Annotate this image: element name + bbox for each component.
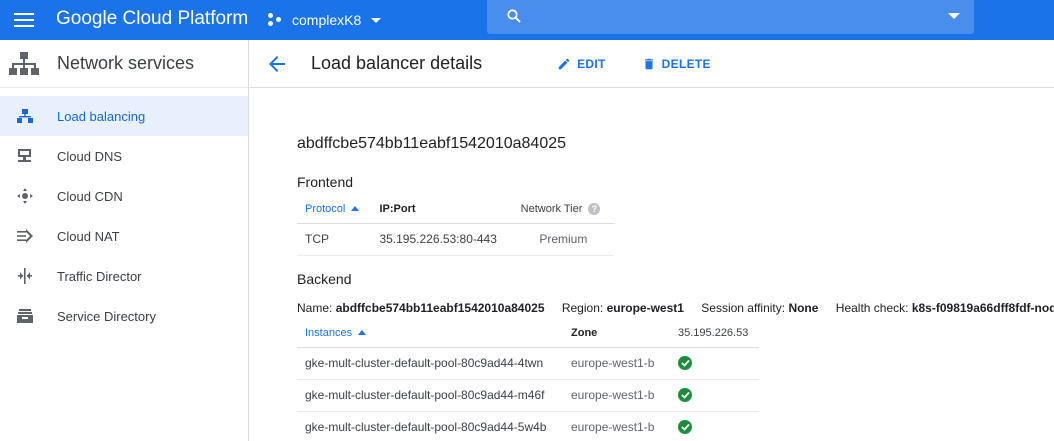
- product-title[interactable]: Google Cloud Platform: [56, 8, 248, 30]
- session-affinity-value: None: [788, 301, 819, 315]
- instance-cell: gke-mult-cluster-default-pool-80c9ad44-m…: [297, 379, 563, 412]
- network-services-icon: [9, 51, 39, 75]
- sidebar-item-label: Cloud DNS: [57, 148, 123, 164]
- check-circle-icon: [678, 388, 692, 403]
- health-cell: [670, 379, 759, 412]
- back-arrow-icon[interactable]: [265, 52, 289, 76]
- load-balancer-name: abdffcbe574bb11eabf1542010a84025: [297, 135, 567, 152]
- health-cell: [670, 347, 759, 380]
- zone-cell: europe-west1-b: [563, 379, 670, 412]
- table-row: gke-mult-cluster-default-pool-80c9ad44-m…: [297, 379, 759, 412]
- table-row: gke-mult-cluster-default-pool-80c9ad44-5…: [297, 411, 759, 441]
- instance-cell: gke-mult-cluster-default-pool-80c9ad44-5…: [297, 411, 563, 441]
- check-circle-icon: [678, 420, 692, 435]
- project-name: complexK8: [292, 12, 362, 28]
- backend-heading: Backend: [297, 271, 352, 287]
- sidebar-item-label: Cloud CDN: [57, 188, 123, 204]
- sidebar-item-traffic-director[interactable]: Traffic Director: [0, 256, 248, 296]
- column-header-zone: Zone: [563, 319, 670, 348]
- session-affinity-label: Session affinity:: [701, 301, 786, 315]
- health-check-label: Health check:: [835, 301, 909, 315]
- frontend-heading: Frontend: [297, 174, 354, 190]
- sidebar-item-label: Cloud NAT: [57, 228, 120, 244]
- backend-summary: Name: abdffcbe574bb11eabf1542010a84025 R…: [297, 301, 1054, 315]
- project-selector[interactable]: complexK8: [268, 6, 382, 34]
- search-dropdown-icon[interactable]: [948, 13, 960, 19]
- top-app-bar: Google Cloud Platform complexK8: [0, 0, 1054, 40]
- region-label: Region:: [561, 301, 604, 315]
- region-value: europe-west1: [606, 301, 684, 315]
- search-icon: [507, 9, 521, 23]
- check-circle-icon: [678, 356, 692, 371]
- sidebar-item-service-directory[interactable]: Service Directory: [0, 296, 248, 336]
- sort-ascending-icon: [358, 329, 367, 335]
- sidebar-item-label: Service Directory: [57, 308, 156, 324]
- column-header-instances[interactable]: Instances: [297, 319, 563, 348]
- main-menu-button[interactable]: [10, 6, 38, 34]
- trash-icon: [644, 58, 653, 69]
- table-row: gke-mult-cluster-default-pool-80c9ad44-4…: [297, 347, 759, 380]
- edit-label: EDIT: [577, 56, 606, 71]
- sidebar-item-load-balancing[interactable]: Load balancing: [0, 96, 248, 136]
- cloud-cdn-icon: [16, 187, 34, 205]
- frontend-table: Protocol IP:Port Network Tier? TCP 35.19…: [297, 195, 614, 256]
- backend-name-label: Name:: [297, 301, 333, 315]
- column-header-protocol[interactable]: Protocol: [297, 195, 372, 224]
- page-header: Load balancer details EDIT DELETE: [250, 40, 1054, 88]
- instance-cell: gke-mult-cluster-default-pool-80c9ad44-4…: [297, 347, 563, 380]
- sidebar-item-cloud-cdn[interactable]: Cloud CDN: [0, 176, 248, 216]
- column-header-network-tier: Network Tier?: [512, 195, 614, 224]
- service-directory-icon: [16, 307, 34, 325]
- project-icon: [268, 13, 284, 27]
- zone-cell: europe-west1-b: [563, 411, 670, 441]
- network-tier-cell: Premium: [512, 223, 614, 256]
- sidebar-item-label: Traffic Director: [57, 268, 142, 284]
- column-header-ip-health: 35.195.226.53: [670, 319, 759, 348]
- sidebar-title: Network services: [57, 53, 195, 73]
- protocol-cell: TCP: [297, 223, 372, 256]
- backend-name-value: abdffcbe574bb11eabf1542010a84025: [335, 301, 545, 315]
- zone-cell: europe-west1-b: [563, 347, 670, 380]
- page-title: Load balancer details: [311, 53, 483, 73]
- traffic-director-icon: [16, 267, 34, 285]
- health-cell: [670, 411, 759, 441]
- sidebar-header: Network services: [0, 40, 248, 88]
- cloud-nat-icon: [16, 227, 34, 245]
- sidebar-item-label: Load balancing: [57, 108, 146, 124]
- health-check-value: k8s-f09819a66dff8fdf-node: [911, 301, 1054, 315]
- cloud-dns-icon: [16, 147, 34, 165]
- chevron-down-icon: [371, 17, 382, 23]
- search-bar[interactable]: [487, 0, 974, 34]
- delete-label: DELETE: [661, 56, 711, 71]
- sort-ascending-icon: [351, 205, 360, 211]
- column-header-ip-port: IP:Port: [371, 195, 513, 224]
- sidebar-item-cloud-dns[interactable]: Cloud DNS: [0, 136, 248, 176]
- table-row: TCP 35.195.226.53:80-443 Premium: [297, 223, 614, 256]
- sidebar: Network services Load balancing Cloud DN…: [0, 40, 249, 441]
- load-balancing-icon: [16, 107, 34, 125]
- pencil-icon: [558, 58, 570, 69]
- delete-button[interactable]: DELETE: [642, 57, 711, 71]
- sidebar-nav: Load balancing Cloud DNS Cloud CDN Cloud…: [0, 96, 248, 336]
- help-icon[interactable]: ?: [588, 202, 601, 215]
- edit-button[interactable]: EDIT: [557, 57, 606, 71]
- ip-port-cell: 35.195.226.53:80-443: [371, 223, 513, 256]
- sidebar-item-cloud-nat[interactable]: Cloud NAT: [0, 216, 248, 256]
- backend-instances-table: Instances Zone 35.195.226.53 gke-mult-cl…: [297, 319, 759, 441]
